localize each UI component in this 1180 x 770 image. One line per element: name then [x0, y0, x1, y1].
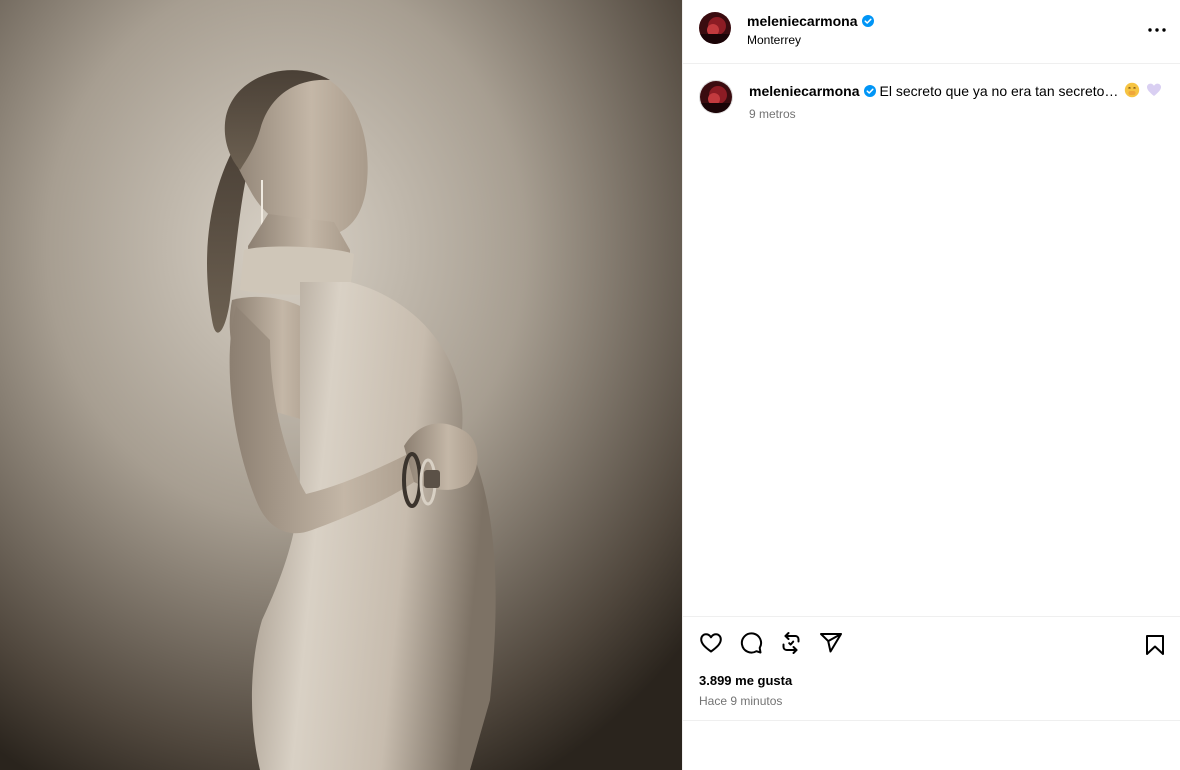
photo-image: [0, 0, 682, 770]
face-with-hand-over-mouth-icon: [1125, 82, 1140, 98]
repost-icon[interactable]: [779, 631, 803, 655]
share-icon[interactable]: [819, 631, 843, 655]
comment-area: [683, 720, 1180, 770]
verified-badge-icon: [861, 15, 874, 27]
caption-body: El secreto que ya no era tan secreto…: [879, 83, 1119, 99]
verified-badge-icon: [863, 85, 876, 97]
light-purple-heart-icon: [1147, 83, 1162, 96]
post-photo[interactable]: [0, 0, 682, 770]
posted-time[interactable]: Hace 9 minutos: [699, 694, 782, 708]
caption-time: 9 metros: [749, 107, 796, 121]
post-actions: 3.899 me gusta Hace 9 minutos: [683, 616, 1180, 720]
caption-avatar[interactable]: [699, 80, 733, 114]
post-location[interactable]: Monterrey: [747, 32, 801, 48]
action-icons: [699, 631, 843, 659]
author-avatar[interactable]: [699, 12, 731, 44]
caption-username[interactable]: meleniecarmona: [749, 83, 860, 99]
author-username[interactable]: meleniecarmona: [747, 12, 874, 30]
post-viewer: meleniecarmona Monterrey meleniecarmona E…: [0, 0, 1180, 770]
comment-icon[interactable]: [739, 631, 763, 655]
post-header: meleniecarmona Monterrey: [683, 0, 1180, 64]
author-username-text[interactable]: meleniecarmona: [747, 13, 858, 29]
save-icon[interactable]: [1143, 633, 1167, 657]
like-icon[interactable]: [699, 631, 723, 655]
likes-count[interactable]: 3.899 me gusta: [699, 673, 792, 688]
more-options-icon[interactable]: [1143, 18, 1171, 42]
post-sidebar: meleniecarmona Monterrey meleniecarmona E…: [682, 0, 1180, 770]
caption-text-line: meleniecarmona El secreto que ya no era t…: [749, 82, 1162, 100]
